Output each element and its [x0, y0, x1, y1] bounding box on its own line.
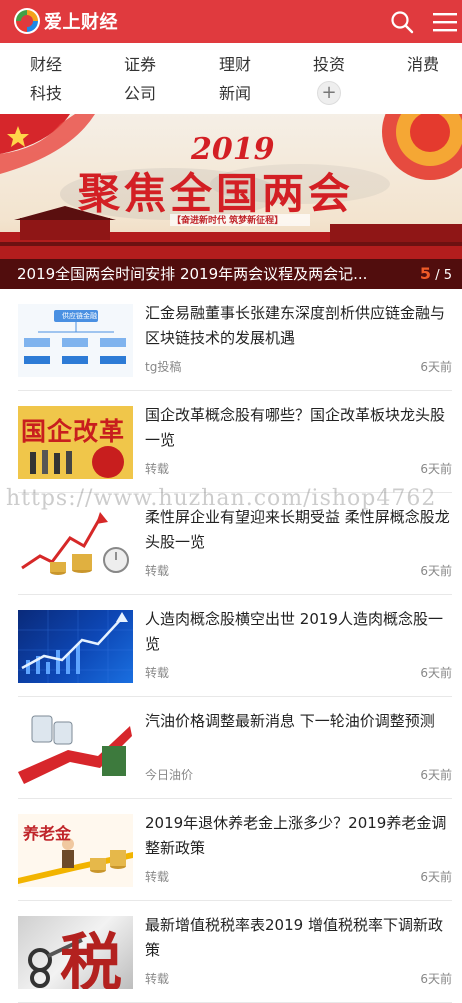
- thumbnail-label: 税: [60, 926, 123, 989]
- banner-pagination: 5 / 5: [420, 259, 452, 289]
- banner-caption-title: 2019全国两会时间安排 2019年两会议程及两会记...: [17, 265, 368, 283]
- article-title[interactable]: 汽油价格调整最新消息 下一轮油价调整预测: [145, 709, 451, 759]
- article-time: 6天前: [420, 972, 452, 986]
- banner-caption[interactable]: 2019全国两会时间安排 2019年两会议程及两会记...: [0, 259, 462, 289]
- thumbnail-label: 供应链金融: [62, 312, 97, 320]
- plus-icon: +: [321, 82, 337, 103]
- article-source: 转载: [145, 870, 170, 884]
- nav-item-wealth[interactable]: 理财: [219, 54, 251, 76]
- nav-item-consumer[interactable]: 消费: [407, 54, 439, 76]
- article-thumbnail: [18, 610, 133, 683]
- nav-item-securities[interactable]: 证券: [124, 54, 156, 76]
- nav-item-finance[interactable]: 财经: [30, 54, 62, 76]
- article-source: 转载: [145, 462, 170, 476]
- article-source: 今日油价: [145, 768, 194, 782]
- list-item[interactable]: 税 最新增值税税率表2019 增值税税率下调新政策 转载 6天前: [0, 901, 462, 1003]
- article-time: 6天前: [420, 768, 452, 782]
- logo-icon: [14, 8, 40, 34]
- logo[interactable]: 爱上财经: [14, 7, 118, 35]
- article-time: 6天前: [420, 462, 452, 476]
- category-nav: 财经 证券 理财 投资 消费 科技 公司 新闻: [0, 43, 462, 113]
- nav-more-button[interactable]: +: [317, 81, 341, 105]
- menu-icon: [433, 13, 457, 32]
- banner-page-total: / 5: [435, 268, 452, 283]
- article-thumbnail: [18, 508, 133, 581]
- search-button[interactable]: [388, 8, 416, 36]
- app-header: 爱上财经: [0, 0, 462, 43]
- list-item[interactable]: 汽油价格调整最新消息 下一轮油价调整预测 今日油价 6天前: [0, 697, 462, 799]
- article-time: 6天前: [420, 564, 452, 578]
- banner-slogan: 聚焦全国两会: [78, 169, 355, 218]
- article-thumbnail: 国企改革: [18, 406, 133, 479]
- list-item[interactable]: 国企改革 国企改革概念股有哪些？国企改革板块龙头股一览 转载 6天前: [0, 391, 462, 493]
- thumbnail-label: 养老金: [23, 824, 72, 843]
- list-item[interactable]: 供应链金融 汇金易融董事长张建东深度剖析供应链金融与区块链技术的发展机遇 tg投…: [0, 289, 462, 391]
- article-source: 转载: [145, 972, 170, 986]
- list-item[interactable]: 人造肉概念股横空出世 2019人造肉概念股一览 转载 6天前: [0, 595, 462, 697]
- article-title[interactable]: 2019年退休养老金上涨多少？2019养老金调整新政策: [145, 811, 451, 861]
- article-time: 6天前: [420, 666, 452, 680]
- article-title[interactable]: 最新增值税税率表2019 增值税税率下调新政策: [145, 913, 451, 963]
- article-title[interactable]: 柔性屏企业有望迎来长期受益 柔性屏概念股龙头股一览: [145, 505, 451, 555]
- banner-subtitle: 【奋进新时代 筑梦新征程】: [172, 216, 284, 226]
- menu-button[interactable]: [431, 8, 459, 36]
- article-thumbnail: 养老金: [18, 814, 133, 887]
- article-thumbnail: 税: [18, 916, 133, 989]
- article-title[interactable]: 人造肉概念股横空出世 2019人造肉概念股一览: [145, 607, 451, 657]
- nav-item-company[interactable]: 公司: [124, 83, 156, 105]
- article-time: 6天前: [420, 870, 452, 884]
- article-title[interactable]: 汇金易融董事长张建东深度剖析供应链金融与区块链技术的发展机遇: [145, 301, 451, 351]
- thumbnail-label: 国企改革: [21, 417, 126, 446]
- article-source: tg投稿: [145, 360, 182, 374]
- nav-item-tech[interactable]: 科技: [30, 83, 62, 105]
- watermark: https://www.huzhan.com/ishop4762: [6, 486, 437, 511]
- article-time: 6天前: [420, 360, 452, 374]
- banner-carousel[interactable]: 2019 聚焦全国两会 【奋进新时代 筑梦新征程】 2019全国两会时间安排 2…: [0, 114, 462, 289]
- nav-item-investment[interactable]: 投资: [313, 54, 345, 76]
- article-title[interactable]: 国企改革概念股有哪些？国企改革板块龙头股一览: [145, 403, 451, 453]
- article-thumbnail: 供应链金融: [18, 304, 133, 377]
- logo-text: 爱上财经: [44, 12, 118, 33]
- article-thumbnail: [18, 712, 133, 785]
- list-item[interactable]: 养老金 2019年退休养老金上涨多少？2019养老金调整新政策 转载 6天前: [0, 799, 462, 901]
- article-source: 转载: [145, 666, 170, 680]
- article-source: 转载: [145, 564, 170, 578]
- search-icon: [391, 11, 414, 34]
- banner-page-current: 5: [419, 264, 432, 283]
- nav-item-news[interactable]: 新闻: [219, 83, 251, 105]
